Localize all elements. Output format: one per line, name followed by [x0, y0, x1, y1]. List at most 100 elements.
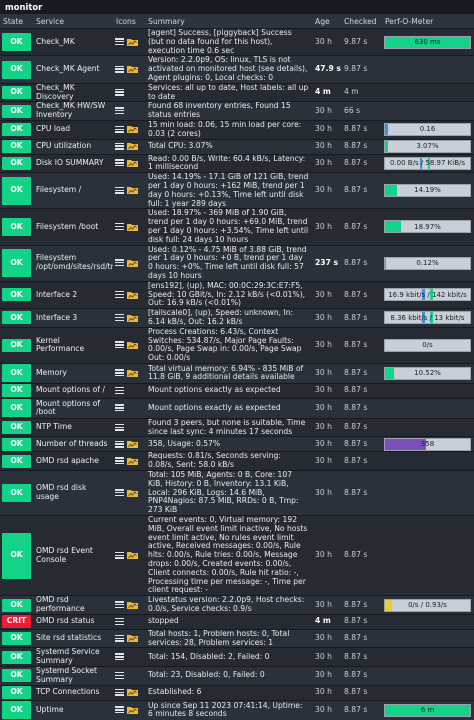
- service-name[interactable]: Check_MK HW/SW Inventory: [33, 102, 113, 121]
- service-name[interactable]: OMD rsd disk usage: [33, 471, 113, 516]
- graph-folder-icon[interactable]: [127, 291, 138, 299]
- table-row[interactable]: OKCheck_MK DiscoveryServices: all up to …: [0, 83, 474, 102]
- service-name[interactable]: Mount options of /: [33, 383, 113, 398]
- state-badge[interactable]: OK: [2, 651, 31, 664]
- graph-folder-icon[interactable]: [127, 457, 138, 465]
- table-row[interactable]: OKUptimeUp since Sep 11 2023 07:41:14, U…: [0, 700, 474, 720]
- graph-folder-icon[interactable]: [127, 142, 138, 150]
- hamburger-menu-icon[interactable]: [115, 601, 125, 609]
- table-row[interactable]: OKInterface 2[ens192], (up), MAC: 00:0C:…: [0, 281, 474, 308]
- graph-folder-icon[interactable]: [127, 125, 138, 133]
- table-row[interactable]: OKFilesystem /bootUsed: 18.97% - 369 MiB…: [0, 209, 474, 245]
- service-name[interactable]: OMD rsd status: [33, 614, 113, 629]
- service-name[interactable]: Check_MK Discovery: [33, 83, 113, 102]
- perf-o-meter[interactable]: 0/s: [384, 339, 471, 352]
- column-header-perf-o-meter[interactable]: Perf-O-Meter: [382, 14, 474, 29]
- table-row[interactable]: OKOMD rsd performanceLivestatus version:…: [0, 596, 474, 615]
- graph-folder-icon[interactable]: [127, 223, 138, 231]
- column-header-summary[interactable]: Summary: [145, 14, 312, 29]
- table-row[interactable]: OKMemoryTotal virtual memory: 6.94% - 83…: [0, 363, 474, 383]
- graph-folder-icon[interactable]: [127, 688, 138, 696]
- service-name[interactable]: Check_MK Agent: [33, 56, 113, 83]
- table-row[interactable]: OKSite rsd statisticsTotal hosts: 1, Pro…: [0, 629, 474, 648]
- graph-folder-icon[interactable]: [127, 65, 138, 73]
- perf-o-meter[interactable]: 0.16: [384, 123, 471, 136]
- perf-o-meter[interactable]: 6 m: [384, 704, 471, 717]
- table-row[interactable]: OKNumber of threads358, Usage: 0.57%30 h…: [0, 437, 474, 452]
- perf-o-meter[interactable]: 3.07%: [384, 140, 471, 153]
- column-header-checked[interactable]: Checked: [341, 14, 382, 29]
- service-name[interactable]: CPU utilization: [33, 139, 113, 154]
- graph-folder-icon[interactable]: [127, 489, 138, 497]
- state-badge[interactable]: OK: [2, 533, 31, 579]
- hamburger-menu-icon[interactable]: [115, 369, 125, 377]
- state-badge[interactable]: OK: [2, 288, 31, 301]
- hamburger-menu-icon[interactable]: [115, 653, 125, 661]
- state-badge[interactable]: OK: [2, 86, 31, 99]
- service-name[interactable]: Mount options of /boot: [33, 398, 113, 418]
- table-row[interactable]: OKCheck_MK HW/SW InventoryFound 68 inven…: [0, 102, 474, 121]
- state-badge[interactable]: OK: [2, 632, 31, 645]
- column-header-state[interactable]: State: [0, 14, 33, 29]
- service-name[interactable]: OMD rsd apache: [33, 452, 113, 471]
- state-badge[interactable]: OK: [2, 249, 31, 277]
- table-row[interactable]: OKOMD rsd disk usageTotal: 105 MiB, Agen…: [0, 471, 474, 516]
- perf-o-meter[interactable]: 0.00 B/s / 58.97 KiB/s: [384, 157, 471, 170]
- table-row[interactable]: OKOMD rsd apacheRequests: 0.81/s, Second…: [0, 452, 474, 471]
- column-header-age[interactable]: Age: [312, 14, 341, 29]
- graph-folder-icon[interactable]: [127, 369, 138, 377]
- state-badge[interactable]: OK: [2, 686, 31, 699]
- column-header-service[interactable]: Service: [33, 14, 113, 29]
- state-badge[interactable]: OK: [2, 157, 31, 170]
- service-name[interactable]: Filesystem /opt/omd/sites/rsd/tmp: [33, 245, 113, 281]
- state-badge[interactable]: OK: [2, 384, 31, 397]
- perf-o-meter[interactable]: 8.36 kbit/s / 13 kbit/s: [384, 311, 471, 324]
- column-header-icons[interactable]: Icons: [113, 14, 145, 29]
- graph-folder-icon[interactable]: [127, 259, 138, 267]
- table-row[interactable]: OKFilesystem /opt/omd/sites/rsd/tmpUsed:…: [0, 245, 474, 281]
- state-badge[interactable]: OK: [2, 669, 31, 682]
- hamburger-menu-icon[interactable]: [115, 186, 125, 194]
- perf-o-meter[interactable]: 358: [384, 438, 471, 451]
- graph-folder-icon[interactable]: [127, 601, 138, 609]
- perf-o-meter[interactable]: 10.52%: [384, 367, 471, 380]
- hamburger-menu-icon[interactable]: [115, 107, 125, 115]
- table-row[interactable]: CRITOMD rsd statusstopped4 m8.87 s: [0, 614, 474, 629]
- table-row[interactable]: OKDisk IO SUMMARYRead: 0.00 B/s, Write: …: [0, 154, 474, 173]
- state-badge[interactable]: OK: [2, 339, 31, 352]
- hamburger-menu-icon[interactable]: [115, 159, 125, 167]
- table-row[interactable]: OKTCP ConnectionsEstablished: 630 h8.87 …: [0, 685, 474, 700]
- hamburger-menu-icon[interactable]: [115, 634, 125, 642]
- service-name[interactable]: Interface 2: [33, 281, 113, 308]
- table-row[interactable]: OKSystemd Service SummaryTotal: 154, Dis…: [0, 648, 474, 667]
- state-badge[interactable]: OK: [2, 33, 31, 51]
- table-row[interactable]: OKFilesystem /Used: 14.19% - 17.1 GiB of…: [0, 173, 474, 209]
- service-name[interactable]: OMD rsd Event Console: [33, 516, 113, 596]
- hamburger-menu-icon[interactable]: [115, 688, 125, 696]
- service-name[interactable]: Site rsd statistics: [33, 629, 113, 648]
- hamburger-menu-icon[interactable]: [115, 671, 125, 679]
- service-name[interactable]: Filesystem /: [33, 173, 113, 209]
- state-badge[interactable]: OK: [2, 455, 31, 468]
- table-row[interactable]: OKCheck_MK AgentVersion: 2.2.0p9, OS: li…: [0, 56, 474, 83]
- graph-folder-icon[interactable]: [127, 551, 138, 559]
- service-name[interactable]: Systemd Socket Summary: [33, 667, 113, 686]
- hamburger-menu-icon[interactable]: [115, 551, 125, 559]
- perf-o-meter[interactable]: 16.9 kbit/s / 142 kbit/s: [384, 288, 471, 301]
- graph-folder-icon[interactable]: [127, 440, 138, 448]
- graph-folder-icon[interactable]: [127, 706, 138, 714]
- table-row[interactable]: OKSystemd Socket SummaryTotal: 23, Disab…: [0, 667, 474, 686]
- hamburger-menu-icon[interactable]: [115, 125, 125, 133]
- service-name[interactable]: Systemd Service Summary: [33, 648, 113, 667]
- hamburger-menu-icon[interactable]: [115, 386, 125, 394]
- state-badge[interactable]: OK: [2, 701, 31, 719]
- graph-folder-icon[interactable]: [127, 314, 138, 322]
- service-name[interactable]: Kernel Performance: [33, 327, 113, 363]
- hamburger-menu-icon[interactable]: [115, 142, 125, 150]
- perf-o-meter[interactable]: 0/s / 0.93/s: [384, 599, 471, 612]
- state-badge[interactable]: OK: [2, 484, 31, 502]
- service-name[interactable]: Number of threads: [33, 437, 113, 452]
- hamburger-menu-icon[interactable]: [115, 341, 125, 349]
- service-name[interactable]: Filesystem /boot: [33, 209, 113, 245]
- hamburger-menu-icon[interactable]: [115, 404, 125, 412]
